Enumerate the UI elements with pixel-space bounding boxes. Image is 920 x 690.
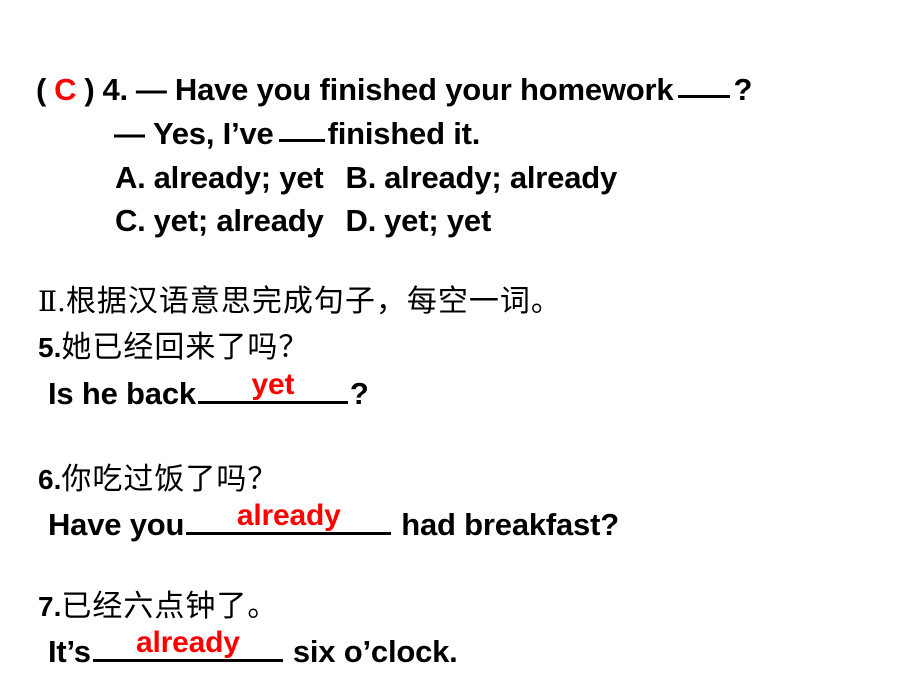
item-7-answer-rule (92, 659, 283, 662)
question-4-prompt-tail: ? (733, 72, 753, 107)
item-5-answer-word: yet (251, 368, 295, 401)
option-d-text: yet; yet (384, 203, 492, 238)
item-7-chinese-text: 已经六点钟了。 (61, 589, 279, 624)
question-4-reply-head: Yes, I’ve (153, 116, 274, 151)
item-7-english-before: It’s (48, 634, 91, 669)
section-2-heading: Ⅱ.根据汉语意思完成句子，每空一词。 (38, 287, 562, 317)
question-4-options-row-1: A. already; yet B. already; already (115, 162, 617, 193)
answer-open-paren: ( (36, 72, 47, 107)
question-4-number: 4. (102, 72, 128, 107)
item-7-answer-blank: already (92, 628, 283, 662)
item-5-chinese-line: 5.她已经回来了吗？ (38, 333, 309, 363)
prompt-dash: — (135, 72, 167, 107)
question-4-reply-line: — Yes, I’ve finished it. (114, 118, 480, 149)
question-4-reply-tail: finished it. (327, 116, 481, 151)
item-5-english-after: ? (349, 376, 369, 411)
item-6-english-before: Have you (48, 507, 185, 542)
item-5-answer-blank: yet (197, 370, 348, 404)
reply-dash: — (114, 116, 145, 151)
item-6-chinese-line: 6.你吃过饭了吗？ (38, 465, 278, 495)
slide-canvas: (C) 4. — Have you finished your homework? —… (0, 0, 920, 690)
item-6-english-line: Have you already had breakfast? (48, 501, 619, 542)
item-5-answer-rule (197, 401, 348, 404)
section-2-roman-numeral: Ⅱ (38, 285, 58, 318)
option-b-text: already; already (384, 160, 618, 195)
item-7-english-line: It’s already six o’clock. (48, 628, 458, 669)
item-7-answer-word: already (136, 626, 240, 659)
question-4-blank-1 (678, 95, 731, 98)
item-6-answer-word: already (236, 499, 341, 532)
item-6-answer-rule (186, 532, 392, 535)
section-2-roman-period: . (57, 285, 66, 318)
item-5-english-before: Is he back (48, 376, 196, 411)
item-6-number: 6. (38, 464, 62, 495)
item-5-number: 5. (38, 332, 62, 363)
item-7-english-after: six o’clock. (292, 634, 458, 669)
option-a-text: already; yet (153, 160, 324, 195)
item-7-chinese-line: 7.已经六点钟了。 (38, 592, 278, 622)
item-5-chinese-text: 她已经回来了吗？ (61, 330, 310, 365)
question-4-answer-letter: C (54, 72, 77, 107)
section-2-heading-text: 根据汉语意思完成句子，每空一词。 (65, 284, 562, 319)
item-6-chinese-text: 你吃过饭了吗？ (61, 462, 279, 497)
question-4-prompt-text: Have you finished your homework (174, 72, 674, 107)
item-6-answer-blank: already (186, 501, 392, 535)
option-b-label: B. (345, 160, 377, 195)
answer-close-paren: ) (84, 72, 95, 107)
question-4-options-row-2: C. yet; already D. yet; yet (115, 205, 491, 236)
item-6-english-after: had breakfast? (401, 507, 619, 542)
option-c-label: C. (115, 203, 146, 238)
question-4-blank-2 (278, 139, 325, 142)
option-d-label: D. (345, 203, 377, 238)
item-5-english-line: Is he back yet? (48, 370, 369, 411)
question-4-prompt-line: (C) 4. — Have you finished your homework? (36, 74, 752, 105)
option-a-label: A. (115, 160, 146, 195)
item-7-number: 7. (38, 591, 62, 622)
option-c-text: yet; already (153, 203, 324, 238)
